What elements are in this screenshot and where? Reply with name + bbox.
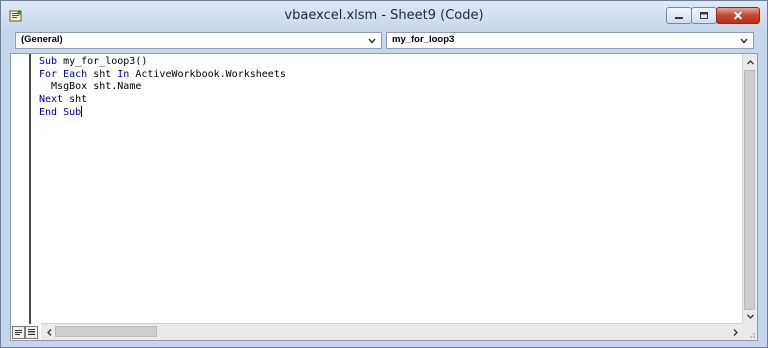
title-bar[interactable]: vbaexcel.xlsm - Sheet9 (Code) — [1, 1, 767, 31]
code-line: End Sub — [39, 106, 286, 120]
keyword: For Each — [39, 68, 88, 80]
scroll-left-button[interactable] — [43, 326, 55, 338]
full-module-view-icon — [28, 329, 35, 335]
procedure-combo-value: my_for_loop3 — [392, 34, 455, 45]
procedure-view-icon — [15, 330, 22, 335]
chevron-down-icon[interactable] — [367, 36, 377, 46]
keyword: Sub — [39, 56, 58, 67]
chevron-up-icon — [746, 59, 754, 64]
vertical-scroll-thumb[interactable] — [744, 70, 755, 310]
code-text-segment: sht — [63, 93, 88, 105]
minimize-button[interactable] — [666, 7, 692, 24]
code-text[interactable]: Sub my_for_loop3() For Each sht In Active… — [39, 56, 286, 120]
minimize-icon — [675, 16, 683, 19]
window-title: vbaexcel.xlsm - Sheet9 (Code) — [284, 8, 484, 23]
code-text-segment: MsgBox sht.Name — [51, 81, 142, 93]
resize-grip[interactable] — [743, 324, 757, 340]
maximize-icon — [700, 12, 708, 19]
code-line: For Each sht In ActiveWorkbook.Worksheet… — [39, 69, 286, 82]
procedure-combo[interactable]: my_for_loop3 — [386, 32, 754, 49]
full-module-view-button[interactable] — [25, 326, 38, 339]
keyword: End Sub — [39, 107, 82, 119]
chevron-down-icon — [746, 314, 754, 319]
keyword: Next — [39, 93, 64, 105]
code-line: MsgBox sht.Name — [39, 81, 286, 94]
code-text-segment: ActiveWorkbook.Worksheets — [129, 68, 286, 80]
chevron-down-icon[interactable] — [739, 36, 749, 46]
close-button[interactable] — [716, 7, 760, 24]
caption-buttons — [666, 7, 760, 25]
view-buttons — [12, 326, 38, 339]
code-line: Sub my_for_loop3() — [39, 56, 286, 69]
code-editor[interactable]: Sub my_for_loop3() For Each sht In Active… — [10, 53, 758, 341]
chevron-right-icon — [733, 328, 738, 336]
margin-indicator-bar[interactable] — [11, 54, 31, 324]
maximize-button[interactable] — [691, 7, 717, 24]
object-combo[interactable]: (General) — [15, 32, 382, 49]
code-line: Next sht — [39, 94, 286, 107]
chevron-left-icon — [46, 328, 51, 336]
scroll-right-button[interactable] — [729, 326, 741, 338]
keyword: In — [117, 68, 130, 80]
procedure-view-button[interactable] — [12, 326, 25, 339]
text-caret — [81, 106, 83, 118]
scroll-up-button[interactable] — [744, 56, 756, 68]
scroll-down-button[interactable] — [744, 310, 756, 322]
code-text-segment: my_for_loop3() — [57, 56, 148, 67]
resize-grip-icon — [750, 333, 755, 338]
horizontal-scrollbar[interactable] — [41, 323, 743, 340]
code-window: vbaexcel.xlsm - Sheet9 (Code) (General) — [0, 0, 768, 348]
object-combo-value: (General) — [21, 34, 63, 45]
vertical-scrollbar[interactable] — [742, 54, 757, 324]
horizontal-scroll-thumb[interactable] — [55, 326, 157, 337]
close-icon — [733, 11, 743, 20]
code-text-segment: sht — [87, 68, 118, 80]
